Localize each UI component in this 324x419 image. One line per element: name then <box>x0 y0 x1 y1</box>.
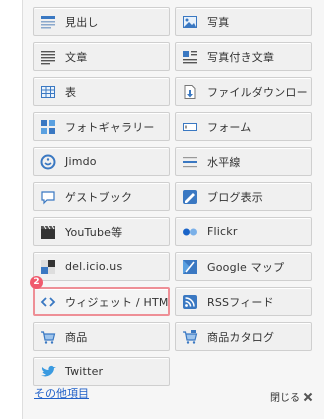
button-label: RSSフィード <box>207 295 274 309</box>
add-rss-feed-button[interactable]: RSSフィード <box>175 287 312 316</box>
button-label: 写真付き文章 <box>207 50 275 64</box>
video-icon <box>41 225 55 239</box>
add-photo-button[interactable]: 写真 <box>175 7 312 36</box>
add-delicious-button[interactable]: del.icio.us <box>33 252 170 281</box>
add-table-button[interactable]: 表 <box>33 77 170 106</box>
add-text-with-photo-button[interactable]: 写真付き文章 <box>175 42 312 71</box>
table-icon <box>41 85 55 98</box>
button-label: 商品 <box>65 330 88 344</box>
button-label: ブログ表示 <box>207 190 263 204</box>
button-label: del.icio.us <box>65 260 123 273</box>
add-google-map-button[interactable]: Google マップ <box>175 252 312 281</box>
add-heading-button[interactable]: 見出し <box>33 7 170 36</box>
button-label: ファイルダウンロード <box>207 85 312 99</box>
rss-icon <box>183 294 197 309</box>
photo-icon <box>183 15 197 28</box>
add-file-download-button[interactable]: ファイルダウンロード <box>175 77 312 106</box>
button-label: Twitter <box>65 365 104 378</box>
button-label: フォーム <box>207 120 252 134</box>
button-label: 見出し <box>65 15 99 29</box>
catalog-icon <box>183 329 198 344</box>
twitter-icon <box>41 365 56 376</box>
button-label: ウィジェット / HTML <box>65 295 170 309</box>
button-label: Jimdo <box>65 155 97 168</box>
file-download-icon <box>184 84 196 99</box>
google-map-icon <box>183 259 197 274</box>
widget-html-icon <box>40 296 56 307</box>
button-label: 水平線 <box>207 155 241 169</box>
blog-icon <box>183 189 197 204</box>
button-label: YouTube等 <box>65 225 123 239</box>
step-badge: 2 <box>30 276 43 289</box>
guestbook-icon <box>41 190 55 204</box>
close-label: 閉じる <box>270 393 300 404</box>
add-product-catalog-button[interactable]: 商品カタログ <box>175 322 312 351</box>
text-with-photo-icon <box>183 50 197 63</box>
form-icon <box>183 122 197 131</box>
button-label: ゲストブック <box>65 190 133 204</box>
add-form-button[interactable]: フォーム <box>175 112 312 141</box>
cart-icon <box>41 330 56 344</box>
button-label: Flickr <box>207 225 238 238</box>
horizontal-line-icon <box>183 156 197 167</box>
button-label: 写真 <box>207 15 230 29</box>
add-text-button[interactable]: 文章 <box>33 42 170 71</box>
button-label: 商品カタログ <box>207 330 275 344</box>
add-flickr-button[interactable]: Flickr <box>175 217 312 246</box>
add-widget-html-button[interactable]: ウィジェット / HTML <box>33 287 170 316</box>
button-label: Google マップ <box>207 260 285 274</box>
close-button[interactable]: 閉じる <box>270 389 313 404</box>
photo-gallery-icon <box>41 119 55 134</box>
delicious-icon <box>41 259 55 274</box>
add-photo-gallery-button[interactable]: フォトギャラリー <box>33 112 170 141</box>
add-youtube-button[interactable]: YouTube等 <box>33 217 170 246</box>
button-label: フォトギャラリー <box>65 120 155 134</box>
text-icon <box>41 50 55 64</box>
close-icon <box>303 392 313 401</box>
heading-icon <box>41 15 55 28</box>
button-label: 文章 <box>65 50 88 64</box>
add-product-button[interactable]: 商品 <box>33 322 170 351</box>
add-blog-display-button[interactable]: ブログ表示 <box>175 182 312 211</box>
flickr-icon <box>183 228 197 235</box>
other-items-link[interactable]: その他項目 <box>34 385 89 401</box>
jimdo-icon <box>40 154 56 169</box>
add-jimdo-button[interactable]: Jimdo <box>33 147 170 176</box>
element-button-grid: 見出し 写真 文章 写真付き文章 表 ファイルダウンロード フォトギャラリー フ… <box>33 7 312 386</box>
button-label: 表 <box>65 85 77 99</box>
add-horizontal-line-button[interactable]: 水平線 <box>175 147 312 176</box>
add-twitter-button[interactable]: Twitter <box>33 357 170 386</box>
add-guestbook-button[interactable]: ゲストブック <box>33 182 170 211</box>
